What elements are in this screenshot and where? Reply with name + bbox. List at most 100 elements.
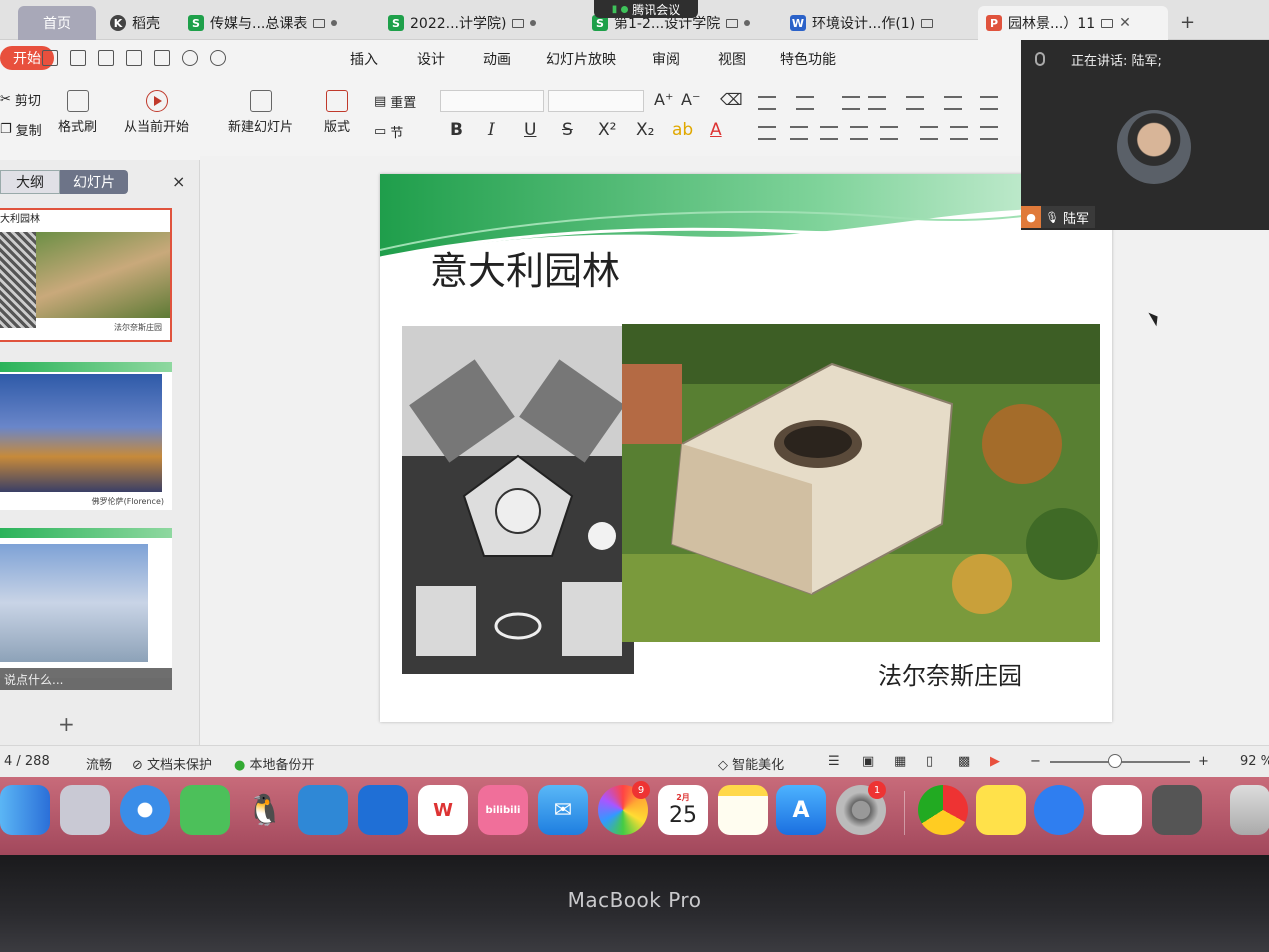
tab-docer[interactable]: K 稻壳 — [102, 6, 176, 40]
slide-thumbnail-6[interactable] — [0, 528, 172, 678]
tab-slides[interactable]: 幻灯片 — [60, 170, 128, 194]
menu-design[interactable]: 设计 — [417, 49, 445, 69]
undo-icon[interactable] — [182, 50, 198, 66]
backup-status[interactable]: ● 本地备份开 — [234, 754, 315, 773]
convert-text-icon[interactable] — [980, 96, 998, 110]
meeting-video-window[interactable]: 正在讲话: 陆军; ● 🎙 陆军 — [1021, 40, 1269, 230]
align-text-icon[interactable] — [944, 96, 962, 110]
copy-button[interactable]: ❐ 复制 — [0, 120, 42, 139]
numbered-list-icon[interactable] — [796, 96, 814, 110]
reading-view-icon[interactable]: ▯ — [926, 754, 933, 769]
bold-button[interactable]: B — [450, 120, 463, 140]
pdf-icon[interactable] — [98, 50, 114, 66]
protection-status[interactable]: ⊘ 文档未保护 — [132, 754, 212, 773]
line-spacing-icon[interactable] — [920, 126, 938, 140]
text-direction-icon[interactable] — [906, 96, 924, 110]
zoom-out-icon[interactable]: − — [1030, 754, 1041, 769]
grow-font-button[interactable]: A⁺ — [654, 90, 673, 109]
format-painter-button[interactable]: 格式刷 — [58, 90, 97, 135]
zoom-level[interactable]: 92 % — [1240, 754, 1269, 769]
redo-icon[interactable] — [210, 50, 226, 66]
calendar-icon[interactable]: 2月 25 — [658, 785, 708, 835]
align-right-icon[interactable] — [820, 126, 838, 140]
trash-icon[interactable] — [1230, 785, 1269, 835]
menu-view[interactable]: 视图 — [718, 49, 746, 69]
font-name-select[interactable] — [440, 90, 544, 112]
eraser-icon[interactable]: ⌫ — [720, 90, 743, 109]
menu-slideshow[interactable]: 幻灯片放映 — [546, 49, 616, 69]
columns-icon[interactable] — [980, 126, 998, 140]
new-tab-icon[interactable]: + — [1180, 12, 1195, 33]
notes-app-icon[interactable] — [718, 785, 768, 835]
italic-button[interactable]: I — [488, 120, 495, 140]
slide-caption[interactable]: 法尔奈斯庄园 — [878, 656, 1022, 691]
microphone-icon[interactable] — [1035, 52, 1045, 66]
tencent-meeting-icon[interactable] — [298, 785, 348, 835]
justify-icon[interactable] — [850, 126, 868, 140]
wps-icon[interactable]: W — [418, 785, 468, 835]
tab-word-doc[interactable]: W 环境设计...作(1) — [782, 6, 972, 40]
new-slide-button[interactable]: 新建幻灯片 — [228, 90, 293, 135]
villa-plan-engraving-image[interactable] — [402, 326, 634, 674]
tab-home[interactable]: 首页 — [18, 6, 96, 40]
qq-icon[interactable]: 🐧 — [240, 785, 290, 835]
normal-view-icon[interactable]: ▣ — [862, 754, 874, 769]
distribute-icon[interactable] — [880, 126, 898, 140]
slide-thumbnail-4[interactable]: 大利园林 法尔奈斯庄园 — [0, 208, 172, 342]
subscript-button[interactable]: X₂ — [636, 120, 654, 140]
comment-input[interactable]: 说点什么... — [0, 668, 172, 690]
page-indicator[interactable]: 4 / 288 — [4, 754, 50, 769]
smooth-mode[interactable]: 流畅 — [86, 754, 112, 773]
launchpad-icon[interactable] — [60, 785, 110, 835]
add-slide-button[interactable]: + — [58, 712, 75, 736]
save-icon[interactable] — [70, 50, 86, 66]
villa-farnese-aerial-image[interactable] — [622, 324, 1100, 642]
tab-spreadsheet-2[interactable]: S 2022...计学院) — [380, 6, 580, 40]
baidu-netdisk-icon[interactable] — [1092, 785, 1142, 835]
presenter-icon[interactable]: ▩ — [958, 754, 970, 769]
preview-icon[interactable] — [154, 50, 170, 66]
print-icon[interactable] — [126, 50, 142, 66]
close-tab-icon[interactable]: ✕ — [1119, 15, 1131, 31]
bilibili-icon[interactable]: bilibili — [478, 785, 528, 835]
slide-title[interactable]: 意大利园林 — [430, 240, 620, 295]
highlight-icon[interactable]: ab — [672, 120, 693, 140]
slide-thumbnail-5[interactable]: 佛罗伦萨(Florence) — [0, 362, 172, 510]
menu-insert[interactable]: 插入 — [350, 49, 378, 69]
lanxin-icon[interactable] — [358, 785, 408, 835]
shrink-font-button[interactable]: A⁻ — [681, 90, 700, 109]
cut-button[interactable]: ✂ 剪切 — [0, 90, 41, 109]
menu-features[interactable]: 特色功能 — [780, 49, 836, 69]
finder-icon[interactable] — [0, 785, 50, 835]
wechat-icon[interactable] — [180, 785, 230, 835]
reset-button[interactable]: ▤ 重置 — [374, 92, 416, 111]
chrome-icon[interactable] — [918, 785, 968, 835]
music-app-icon[interactable] — [976, 785, 1026, 835]
decrease-indent-icon[interactable] — [842, 96, 860, 110]
play-slideshow-icon[interactable]: ▶ — [990, 754, 1000, 769]
tab-presentation-active[interactable]: P 园林景...）11 ✕ — [978, 6, 1168, 40]
zoom-slider-handle[interactable] — [1108, 754, 1122, 768]
strikethrough-button[interactable]: S — [562, 120, 573, 140]
menu-animation[interactable]: 动画 — [483, 49, 511, 69]
align-center-icon[interactable] — [790, 126, 808, 140]
notes-icon[interactable]: ☰ — [828, 754, 840, 769]
font-color-icon[interactable]: A — [710, 120, 722, 140]
meeting-indicator[interactable]: ▮ 腾讯会议 — [594, 0, 698, 18]
close-icon[interactable]: × — [172, 172, 185, 191]
play-from-current-button[interactable]: 从当前开始 — [124, 90, 189, 135]
tab-outline[interactable]: 大纲 — [0, 170, 60, 194]
zoom-in-icon[interactable]: + — [1198, 754, 1209, 769]
app-store-icon[interactable]: A — [776, 785, 826, 835]
tab-spreadsheet-1[interactable]: S 传媒与...总课表 — [180, 6, 370, 40]
font-size-select[interactable] — [548, 90, 644, 112]
bullet-list-icon[interactable] — [758, 96, 776, 110]
mail-icon[interactable]: ✉ — [538, 785, 588, 835]
slide-sorter-icon[interactable]: ▦ — [894, 754, 906, 769]
increase-indent-icon[interactable] — [868, 96, 886, 110]
superscript-button[interactable]: X² — [598, 120, 616, 140]
align-left-icon[interactable] — [758, 126, 776, 140]
paragraph-spacing-icon[interactable] — [950, 126, 968, 140]
safari-icon[interactable] — [120, 785, 170, 835]
underline-button[interactable]: U — [524, 120, 536, 140]
